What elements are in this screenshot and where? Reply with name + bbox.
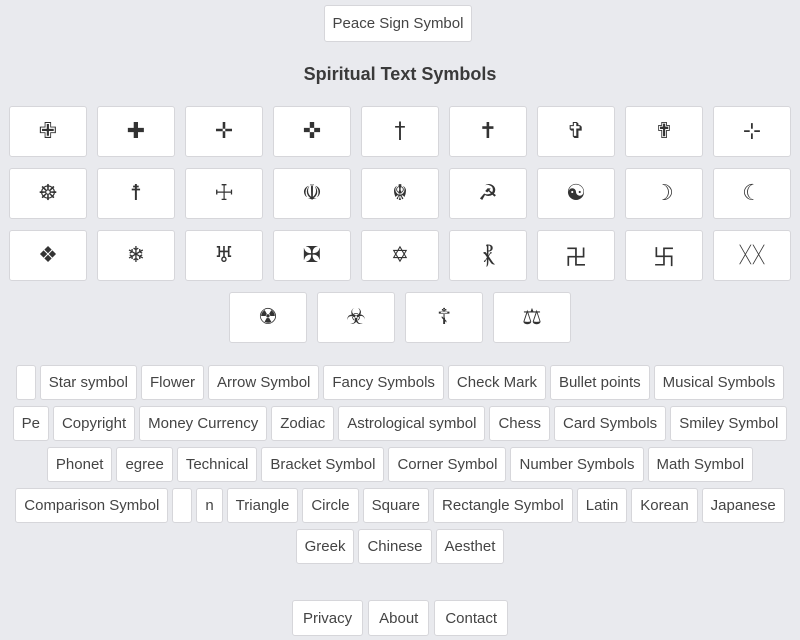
- category-tag-link[interactable]: Musical Symbols: [653, 365, 785, 400]
- category-tag-link[interactable]: Number Symbols: [510, 447, 644, 482]
- symbol-button[interactable]: ☨: [97, 168, 175, 219]
- category-tag-link[interactable]: Chess: [489, 406, 550, 441]
- category-tag-link[interactable]: egree: [116, 447, 173, 482]
- category-tag-link[interactable]: Card Symbols: [553, 406, 667, 441]
- symbol-button[interactable]: ✝: [449, 106, 527, 157]
- category-tag-link[interactable]: Latin: [576, 488, 628, 523]
- category-tag-link[interactable]: Corner Symbol: [388, 447, 507, 482]
- category-tag-link[interactable]: Math Symbol: [647, 447, 754, 482]
- symbol-button[interactable]: ✟: [625, 106, 703, 157]
- footer-link-contact[interactable]: Contact: [434, 600, 509, 636]
- symbol-button[interactable]: †: [361, 106, 439, 157]
- category-tag-link[interactable]: Pe: [12, 406, 49, 441]
- category-tag-link[interactable]: Copyright: [52, 406, 136, 441]
- category-tag-link[interactable]: Zodiac: [271, 406, 335, 441]
- category-tags: Star symbol Flower Arrow Symbol Fancy Symbo…: [0, 365, 800, 564]
- symbol-button[interactable]: ☽: [625, 168, 703, 219]
- category-tag-link[interactable]: Circle: [302, 488, 359, 523]
- lower-section: Star symbol Flower Arrow Symbol Fancy Symbo…: [0, 365, 800, 640]
- section-title: Spiritual Text Symbols: [303, 64, 497, 84]
- category-tag-link[interactable]: Korean: [631, 488, 698, 523]
- symbol-button[interactable]: ✚: [97, 106, 175, 157]
- category-tag-link[interactable]: Technical: [176, 447, 258, 482]
- category-tag-link[interactable]: Smiley Symbol: [670, 406, 788, 441]
- symbol-button[interactable]: ✙: [9, 106, 87, 157]
- category-tag-link[interactable]: Japanese: [701, 488, 785, 523]
- category-tag-link[interactable]: Comparison Symbol: [15, 488, 169, 523]
- symbol-button[interactable]: ✜: [273, 106, 351, 157]
- symbol-button[interactable]: ☬: [361, 168, 439, 219]
- symbol-button[interactable]: ☩: [185, 168, 263, 219]
- symbol-button[interactable]: ⳩: [449, 230, 527, 281]
- symbol-button[interactable]: ☢: [229, 292, 307, 343]
- category-tag-link[interactable]: Rectangle Symbol: [433, 488, 573, 523]
- footer-link-privacy[interactable]: Privacy: [291, 600, 364, 636]
- symbol-button[interactable]: ☫: [273, 168, 351, 219]
- symbol-button[interactable]: ⊹: [713, 106, 791, 157]
- category-tag-link[interactable]: Square: [362, 488, 430, 523]
- symbol-button[interactable]: ☯: [537, 168, 615, 219]
- category-tag-link[interactable]: Chinese: [358, 529, 432, 564]
- category-tag-link[interactable]: Check Mark: [447, 365, 546, 400]
- category-tag-link[interactable]: Arrow Symbol: [208, 365, 320, 400]
- symbol-button[interactable]: ☭: [449, 168, 527, 219]
- category-tag-link[interactable]: [15, 365, 36, 400]
- peace-sign-symbol-button[interactable]: Peace Sign Symbol: [324, 5, 472, 42]
- footer-link-about[interactable]: About: [368, 600, 430, 636]
- symbol-button[interactable]: ✞: [537, 106, 615, 157]
- category-tag-link[interactable]: Money Currency: [139, 406, 268, 441]
- symbol-button[interactable]: 卍: [537, 230, 615, 281]
- symbol-button[interactable]: ⚖: [493, 292, 571, 343]
- category-tag-link[interactable]: Fancy Symbols: [323, 365, 444, 400]
- category-tag-link[interactable]: Greek: [295, 529, 355, 564]
- category-tag-link[interactable]: n: [196, 488, 223, 523]
- category-tag-link[interactable]: Flower: [141, 365, 205, 400]
- category-tag-link[interactable]: [172, 488, 193, 523]
- category-tag-link[interactable]: Bracket Symbol: [261, 447, 385, 482]
- symbol-button[interactable]: ❖: [9, 230, 87, 281]
- category-tag-link[interactable]: Star symbol: [39, 365, 137, 400]
- category-tag-link[interactable]: Phonet: [46, 447, 113, 482]
- symbol-button[interactable]: ☾: [713, 168, 791, 219]
- category-tag-link[interactable]: Bullet points: [549, 365, 650, 400]
- symbol-button[interactable]: ✛: [185, 106, 263, 157]
- symbol-button[interactable]: ✡: [361, 230, 439, 281]
- symbol-button[interactable]: ❄: [97, 230, 175, 281]
- symbol-button[interactable]: 卐: [625, 230, 703, 281]
- symbol-button[interactable]: ♅: [185, 230, 263, 281]
- category-tag-link[interactable]: Aesthet: [435, 529, 505, 564]
- category-tag-link[interactable]: Triangle: [226, 488, 299, 523]
- category-tag-link[interactable]: Astrological symbol: [338, 406, 486, 441]
- symbol-button[interactable]: ✠: [273, 230, 351, 281]
- footer-links: Privacy About Contact: [0, 600, 800, 640]
- symbol-button[interactable]: ☸: [9, 168, 87, 219]
- symbol-button[interactable]: ᚷᚷ: [713, 230, 791, 281]
- symbol-button[interactable]: ☦: [405, 292, 483, 343]
- symbol-button[interactable]: ☣: [317, 292, 395, 343]
